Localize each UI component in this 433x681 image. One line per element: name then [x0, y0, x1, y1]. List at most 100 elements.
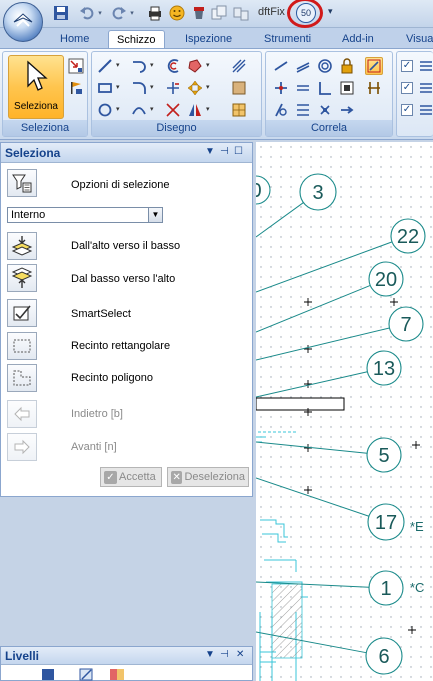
select-tool-button[interactable]: Seleziona [8, 55, 64, 119]
bottom-up-select-button[interactable] [7, 264, 37, 292]
fill-shape-icon[interactable] [186, 57, 204, 75]
move-tool-dropdown-icon[interactable]: ▾ [206, 83, 210, 91]
connect-relation-icon[interactable] [272, 79, 290, 97]
side-note: *E [410, 519, 424, 534]
smiley-feedback-icon[interactable] [168, 4, 186, 22]
deselect-label: Deseleziona [184, 471, 245, 483]
redo-dropdown-icon[interactable]: ▾ [128, 4, 136, 22]
arc-tool-icon[interactable] [130, 57, 148, 75]
view-grid-icon[interactable] [417, 57, 433, 75]
paint-bucket-icon[interactable] [190, 4, 208, 22]
selection-panel: Seleziona ▼ ⊣ ☐ Opzioni di selezione Int… [0, 142, 253, 497]
selection-panel-header: Seleziona ▼ ⊣ ☐ [1, 143, 252, 163]
tab-add-in[interactable]: Add-in [334, 30, 382, 48]
arrow-relation-icon[interactable] [338, 101, 356, 119]
rectangle-tool-dropdown-icon[interactable]: ▾ [116, 83, 120, 91]
drawing-sheet[interactable]: 3 2220 713 5 17 1 6 0 *E *C [256, 142, 433, 681]
selection-panel-title: Seleziona [5, 146, 61, 160]
balloon-label: 6 [378, 646, 389, 668]
split-tool-icon[interactable] [164, 101, 182, 119]
fillet-tool-icon[interactable] [130, 79, 148, 97]
horizontal-relation-icon[interactable] [294, 79, 312, 97]
tab-strumenti[interactable]: Strumenti [256, 30, 319, 48]
window-tile-icon[interactable] [232, 4, 250, 22]
layer-new-icon[interactable] [41, 667, 57, 681]
perpendicular-relation-icon[interactable] [316, 79, 334, 97]
rectangle-tool-icon[interactable] [96, 79, 114, 97]
chevron-down-icon[interactable]: ▼ [148, 208, 162, 222]
offset-tool-icon[interactable] [164, 57, 182, 75]
panel-pin-icon[interactable]: ⊣ [220, 649, 229, 660]
maintain-relations-icon[interactable] [365, 57, 383, 75]
panel-close-icon[interactable]: ✕ [236, 649, 244, 660]
undo-icon[interactable] [78, 4, 96, 22]
smartselect-button[interactable] [7, 299, 37, 327]
select-filter-icon[interactable] [67, 57, 85, 75]
arc-tool-dropdown-icon[interactable]: ▾ [150, 61, 154, 69]
curve-tool-icon[interactable] [130, 101, 148, 119]
panel-menu-icon[interactable]: ▼ [205, 649, 215, 660]
balloon-label: 13 [373, 358, 395, 380]
move-tool-icon[interactable] [186, 79, 204, 97]
forward-button[interactable] [7, 433, 37, 461]
selection-mode-select[interactable]: Interno ▼ [7, 207, 163, 223]
ribbon-group-correla-label: Correla [266, 120, 392, 136]
panel-pin-icon[interactable]: ⊣ [220, 146, 229, 157]
fill-area-icon[interactable] [230, 101, 248, 119]
pattern-tool-icon[interactable] [230, 57, 248, 75]
mirror-relation-icon[interactable] [316, 101, 334, 119]
panel-maximize-icon[interactable]: ☐ [234, 146, 243, 157]
tab-ispezione[interactable]: Ispezione [177, 30, 240, 48]
back-button[interactable] [7, 400, 37, 428]
copy-sheet-icon[interactable] [210, 4, 228, 22]
circle-tool-dropdown-icon[interactable]: ▾ [116, 105, 120, 113]
save-icon[interactable] [52, 4, 70, 22]
dimension-relation-icon[interactable] [338, 79, 356, 97]
accept-button[interactable]: ✓ Accetta [100, 467, 162, 487]
curve-tool-dropdown-icon[interactable]: ▾ [150, 105, 154, 113]
view-option-checkbox[interactable]: ✓ [401, 60, 413, 72]
tab-schizzo[interactable]: Schizzo [108, 30, 165, 48]
tab-home[interactable]: Home [52, 30, 97, 48]
rectangle-fence-button[interactable] [7, 332, 37, 360]
panel-menu-icon[interactable]: ▼ [205, 146, 215, 157]
line-tool-icon[interactable] [96, 57, 114, 75]
equal-relation-icon[interactable] [294, 57, 312, 75]
circle-tool-icon[interactable] [96, 101, 114, 119]
mirror-tool-dropdown-icon[interactable]: ▾ [206, 105, 210, 113]
line-tool-dropdown-icon[interactable]: ▾ [116, 61, 120, 69]
mirror-tool-icon[interactable] [186, 101, 204, 119]
relation-handles-icon[interactable] [365, 79, 383, 97]
view-option-checkbox[interactable]: ✓ [401, 104, 413, 116]
hatch-tool-icon[interactable] [230, 79, 248, 97]
collinear-relation-icon[interactable] [294, 101, 312, 119]
top-down-select-button[interactable] [7, 232, 37, 260]
tab-visualizza[interactable]: Visua [398, 30, 433, 48]
fillet-tool-dropdown-icon[interactable]: ▾ [150, 83, 154, 91]
quick-access-customize-icon[interactable]: ▾ [328, 6, 333, 17]
selection-options-label: Opzioni di selezione [71, 179, 170, 191]
application-menu-button[interactable] [3, 2, 43, 42]
layer-color-icon[interactable] [109, 667, 125, 681]
print-icon[interactable] [146, 4, 164, 22]
section-bar [256, 397, 345, 411]
view-option-checkbox[interactable]: ✓ [401, 82, 413, 94]
drawing-area[interactable]: 3 2220 713 5 17 1 6 0 *E *C [254, 142, 433, 681]
tangent-relation-icon[interactable] [272, 57, 290, 75]
concentric-relation-icon[interactable] [316, 57, 334, 75]
polygon-fence-button[interactable] [7, 364, 37, 392]
lock-relation-icon[interactable] [338, 57, 356, 75]
smartselect-label: SmartSelect [71, 308, 131, 320]
symmetric-relation-icon[interactable] [272, 101, 290, 119]
deselect-button[interactable]: ✕ Deseleziona [167, 467, 249, 487]
undo-dropdown-icon[interactable]: ▾ [96, 4, 104, 22]
trim-tool-icon[interactable] [164, 79, 182, 97]
view-grid-icon[interactable] [417, 101, 433, 119]
fill-shape-dropdown-icon[interactable]: ▾ [206, 61, 210, 69]
select-flag-icon[interactable] [67, 79, 85, 97]
redo-icon[interactable] [110, 4, 128, 22]
top-down-select-label: Dall'alto verso il basso [71, 240, 181, 252]
selection-options-button[interactable] [7, 169, 37, 197]
view-grid-icon[interactable] [417, 79, 433, 97]
layer-edit-icon[interactable] [79, 667, 95, 681]
